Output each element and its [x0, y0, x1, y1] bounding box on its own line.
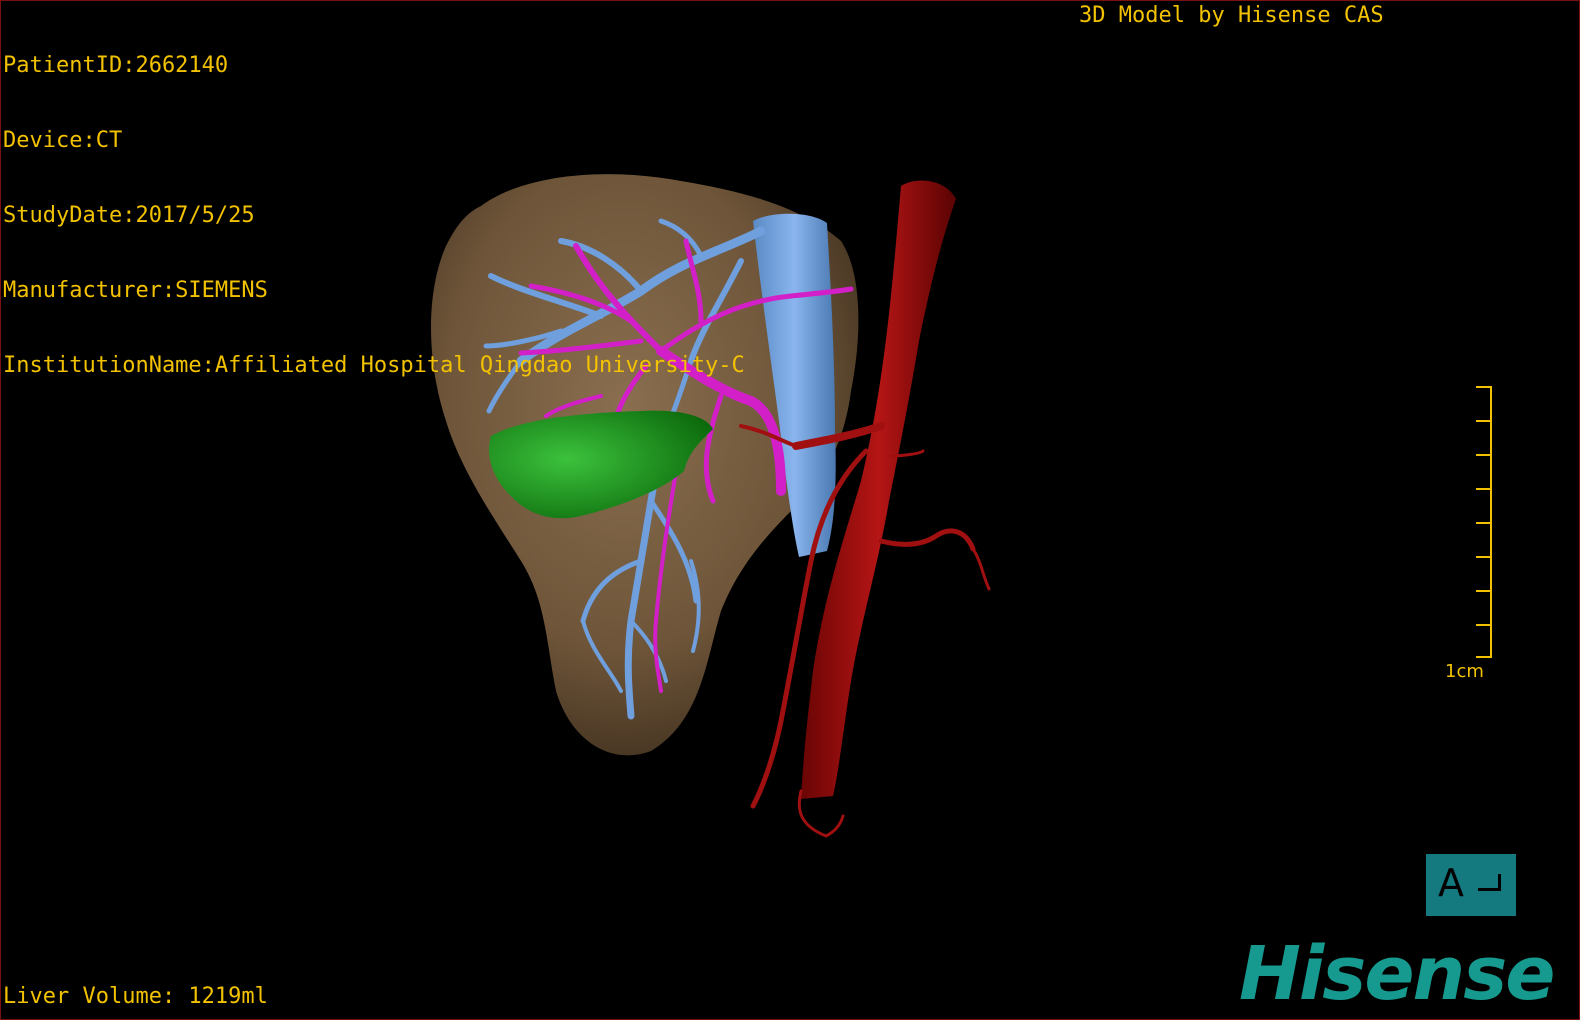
device-text: Device:CT [3, 128, 123, 153]
orientation-corner-icon [1478, 874, 1501, 891]
institution-text: InstitutionName:Affiliated Hospital Qing… [3, 353, 745, 378]
patient-id-text: PatientID:2662140 [3, 53, 229, 78]
model-credit-text: 3D Model by Hisense CAS [1079, 3, 1384, 28]
hisense-logo: Hisense [1239, 931, 1555, 1017]
study-date-text: StudyDate:2017/5/25 [3, 203, 255, 228]
liver-volume-text: Liver Volume: 1219ml [3, 984, 268, 1009]
scale-bar [1476, 386, 1492, 658]
dicom-info-panel: PatientID:2662140 Device:CT StudyDate:20… [3, 3, 745, 428]
orientation-indicator[interactable]: A [1426, 854, 1516, 916]
3d-viewport[interactable]: PatientID:2662140 Device:CT StudyDate:20… [0, 0, 1580, 1020]
orientation-letter: A [1438, 861, 1464, 905]
scale-bar-label: 1cm [1445, 661, 1484, 682]
manufacturer-text: Manufacturer:SIEMENS [3, 278, 268, 303]
